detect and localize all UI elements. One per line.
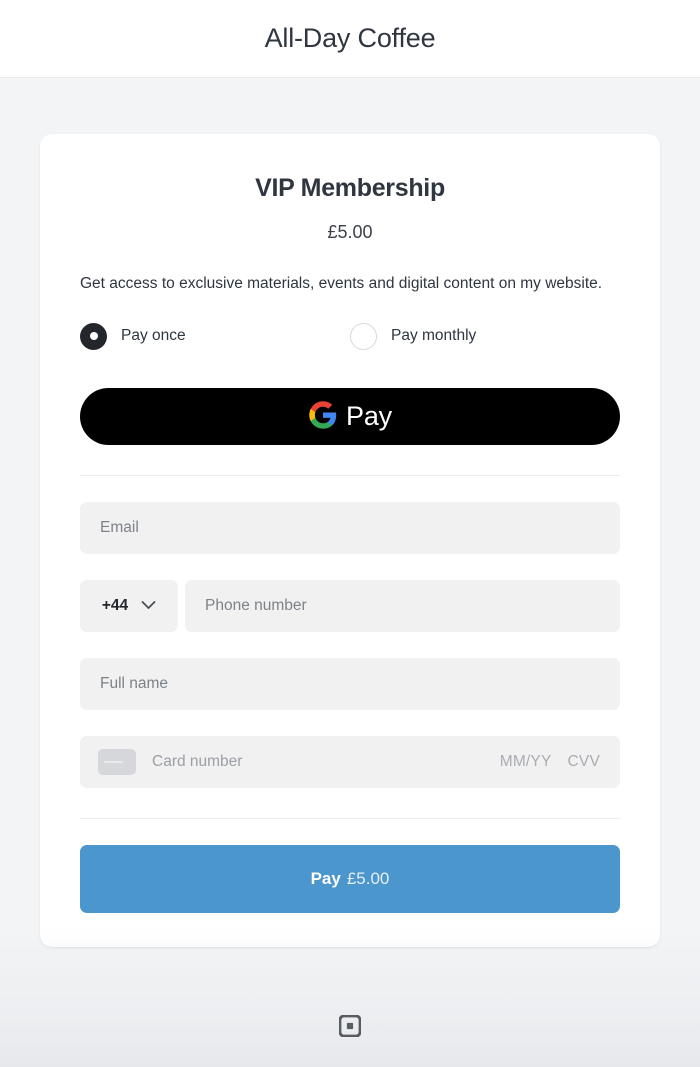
google-g-icon xyxy=(308,400,338,433)
checkout-card: VIP Membership £5.00 Get access to exclu… xyxy=(40,134,660,947)
merchant-title: All-Day Coffee xyxy=(264,23,436,53)
card-number-field[interactable]: Card number MM/YY CVV xyxy=(80,735,620,788)
phone-placeholder: Phone number xyxy=(205,596,307,614)
plan-price: £5.00 xyxy=(327,222,373,242)
radio-unselected-icon[interactable] xyxy=(350,322,377,350)
expiry-placeholder[interactable]: MM/YY xyxy=(500,753,552,771)
credit-card-icon xyxy=(98,748,136,775)
billing-option-label: Pay once xyxy=(121,327,186,345)
country-code-select[interactable]: +44 xyxy=(80,579,178,632)
email-placeholder: Email xyxy=(100,518,139,536)
cvv-placeholder[interactable]: CVV xyxy=(568,753,600,771)
phone-number-field[interactable]: Phone number xyxy=(185,579,620,632)
billing-option-pay-once[interactable]: Pay once xyxy=(80,322,350,350)
full-name-field[interactable]: Full name xyxy=(80,657,620,710)
merchant-header: All-Day Coffee xyxy=(0,0,700,78)
plan-description: Get access to exclusive materials, event… xyxy=(80,275,603,292)
billing-option-label: Pay monthly xyxy=(391,327,477,345)
google-pay-button[interactable]: Pay xyxy=(80,387,620,445)
full-name-placeholder: Full name xyxy=(100,674,169,692)
google-pay-content: Pay xyxy=(308,400,392,433)
square-logo-icon xyxy=(338,1013,362,1042)
pay-button-action: Pay xyxy=(310,868,341,888)
phone-row: +44 Phone number xyxy=(80,579,620,632)
plan-title: VIP Membership xyxy=(255,174,445,202)
billing-options: Pay once Pay monthly xyxy=(80,322,620,350)
divider-above-form xyxy=(80,474,620,476)
card-number-placeholder: Card number xyxy=(152,752,243,770)
google-pay-label: Pay xyxy=(346,400,392,431)
divider-above-pay xyxy=(80,817,620,819)
checkout-page: VIP Membership £5.00 Get access to exclu… xyxy=(0,78,700,1067)
pay-button-amount: £5.00 xyxy=(346,868,390,888)
email-field[interactable]: Email xyxy=(80,501,620,554)
billing-option-pay-monthly[interactable]: Pay monthly xyxy=(350,322,620,350)
radio-selected-icon[interactable] xyxy=(80,322,107,350)
chevron-down-icon xyxy=(141,597,156,615)
pay-button[interactable]: Pay £5.00 xyxy=(80,844,620,913)
footer xyxy=(0,989,700,1067)
country-code-value: +44 xyxy=(101,596,129,614)
